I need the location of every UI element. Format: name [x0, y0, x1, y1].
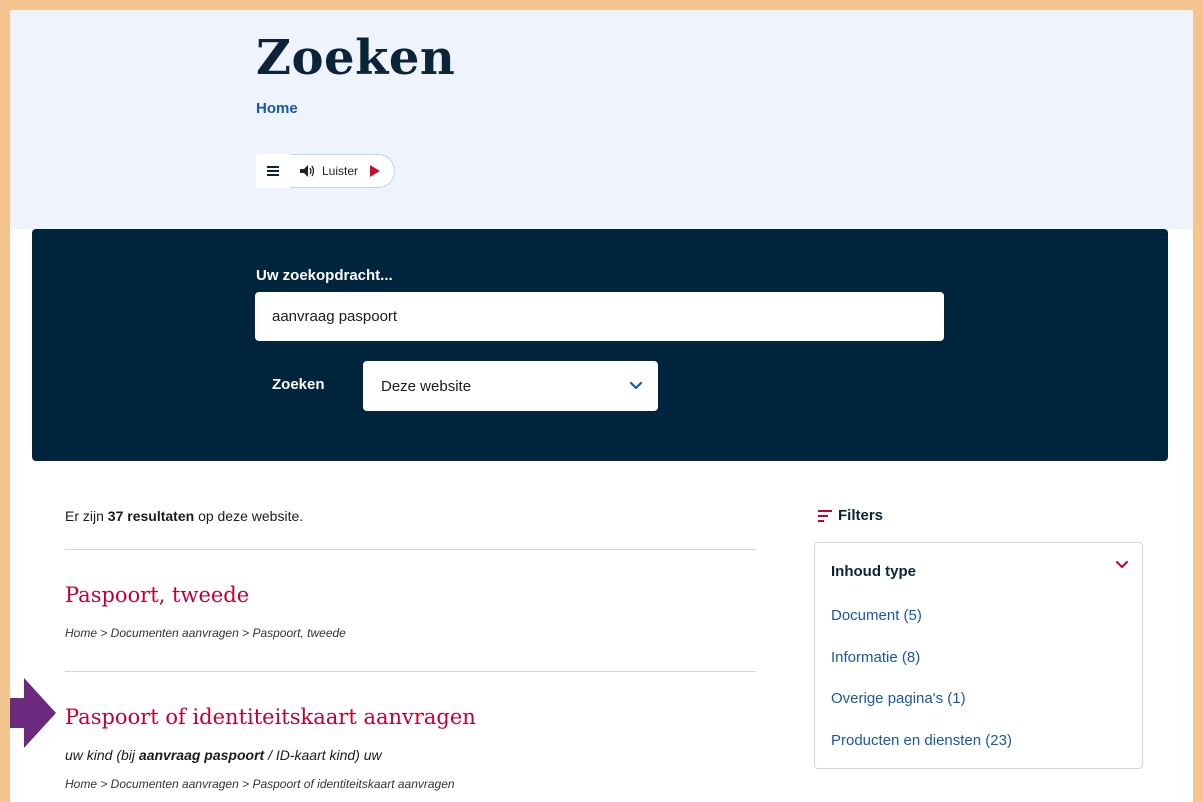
- listen-button[interactable]: Luister: [290, 154, 396, 188]
- filter-option-overige-paginas[interactable]: Overige pagina's (1): [831, 690, 966, 707]
- snippet-text: uw kind (bij: [65, 747, 136, 763]
- chevron-down-icon[interactable]: [1116, 561, 1128, 569]
- results-summary-suffix: op deze website.: [198, 508, 304, 524]
- chevron-down-icon: [630, 382, 642, 390]
- result-title-link[interactable]: Paspoort of identiteitskaart aanvragen: [65, 705, 476, 729]
- filter-group: Inhoud type Document (5) Informatie (8) …: [814, 542, 1143, 769]
- result-snippet: uw kind (bij aanvraag paspoort / ID-kaar…: [65, 747, 382, 763]
- filter-option-informatie[interactable]: Informatie (8): [831, 649, 920, 666]
- search-label: Uw zoekopdracht...: [256, 267, 393, 284]
- results-summary-prefix: Er zijn: [65, 508, 104, 524]
- menu-button[interactable]: [256, 154, 290, 188]
- filters-heading-label: Filters: [838, 507, 884, 524]
- filter-option-producten-en-diensten[interactable]: Producten en diensten (23): [831, 732, 1012, 749]
- filter-option-document[interactable]: Document (5): [831, 607, 922, 624]
- page-title: Zoeken: [256, 30, 456, 86]
- listen-label: Luister: [322, 164, 359, 178]
- search-input[interactable]: [255, 292, 944, 341]
- breadcrumb-home[interactable]: Home: [256, 100, 298, 117]
- results-count: 37 resultaten: [107, 508, 195, 524]
- filter-icon: [818, 509, 832, 522]
- filter-group-title: Inhoud type: [831, 563, 916, 580]
- search-scope-select[interactable]: Deze website: [363, 361, 658, 411]
- page-toolbar: Luister: [256, 154, 396, 188]
- result-title-link[interactable]: Paspoort, tweede: [65, 583, 249, 607]
- result-breadcrumb: Home > Documenten aanvragen > Paspoort, …: [65, 626, 346, 640]
- search-scope-value: Deze website: [381, 377, 472, 395]
- page-header: Zoeken Home Luister: [10, 10, 1193, 229]
- pointer-arrow-icon: [10, 678, 56, 748]
- results-divider: [65, 549, 756, 550]
- results-summary: Er zijn 37 resultaten op deze website.: [65, 508, 303, 524]
- search-scope-label: Zoeken: [272, 376, 325, 393]
- hamburger-icon: [267, 166, 279, 176]
- snippet-highlight: aanvraag paspoort: [138, 747, 265, 763]
- speaker-icon: [300, 165, 315, 177]
- snippet-text: / ID-kaart kind) uw: [268, 747, 382, 763]
- search-panel: Uw zoekopdracht... Zoeken Deze website: [32, 229, 1168, 461]
- play-icon: [370, 165, 381, 177]
- results-divider: [65, 671, 756, 672]
- browser-content: Zoeken Home Luister Uw zoekopdracht... a…: [10, 10, 1193, 802]
- filters-heading: Filters: [818, 507, 883, 524]
- result-breadcrumb: Home > Documenten aanvragen > Paspoort o…: [65, 777, 455, 791]
